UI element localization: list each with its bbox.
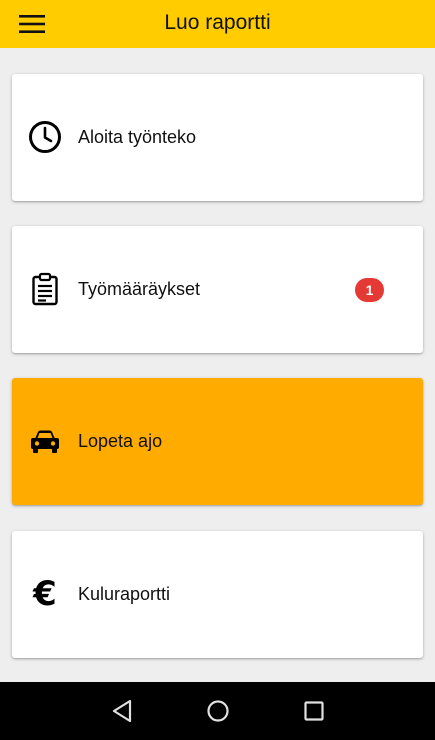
home-icon bbox=[207, 700, 229, 722]
back-icon bbox=[112, 699, 132, 723]
expense-report-label: Kuluraportti bbox=[78, 584, 171, 604]
system-nav-bar bbox=[0, 682, 435, 740]
stop-drive-card[interactable]: Lopeta ajo bbox=[12, 378, 423, 505]
car-icon bbox=[28, 424, 62, 458]
menu-button[interactable] bbox=[14, 8, 50, 40]
notification-badge: 1 bbox=[355, 278, 384, 302]
recents-button[interactable] bbox=[299, 696, 329, 726]
home-button[interactable] bbox=[203, 696, 233, 726]
expense-report-card[interactable]: € Kuluraportti bbox=[12, 531, 423, 658]
clock-icon bbox=[28, 120, 62, 154]
clipboard-icon bbox=[28, 272, 62, 306]
start-work-label: Aloita työnteko bbox=[78, 127, 197, 147]
page-title: Luo raportti bbox=[164, 11, 271, 34]
app-bar: Luo raportti bbox=[0, 0, 435, 48]
hamburger-menu-icon bbox=[19, 15, 45, 33]
start-work-card[interactable]: Aloita työnteko bbox=[12, 74, 423, 201]
recents-icon bbox=[304, 701, 324, 721]
work-orders-card[interactable]: Työmääräykset 1 bbox=[12, 226, 423, 353]
euro-icon: € bbox=[33, 574, 57, 614]
stop-drive-label: Lopeta ajo bbox=[78, 431, 163, 451]
back-button[interactable] bbox=[107, 696, 137, 726]
work-orders-label: Työmääräykset bbox=[78, 279, 201, 299]
